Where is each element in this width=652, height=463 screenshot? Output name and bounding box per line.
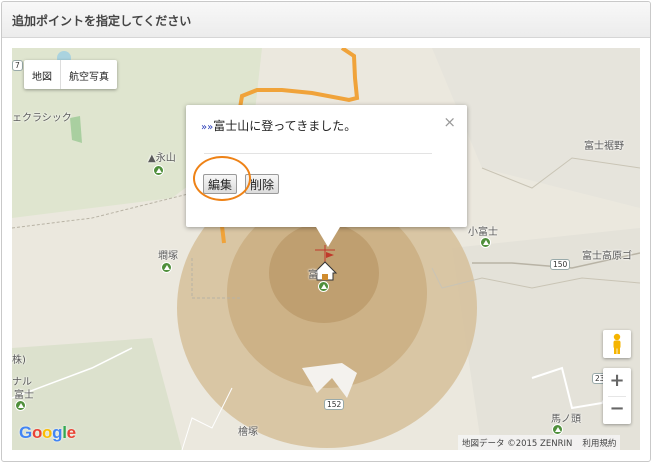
info-window: »» 富士山に登ってきました。 × 編集 削除 — [186, 105, 467, 247]
place-eiyama: ▲永山 — [148, 153, 176, 164]
google-logo: Google — [19, 423, 76, 443]
place-hinokizuka: 檜塚 — [238, 427, 258, 438]
peak-icon — [480, 237, 491, 248]
double-arrow-icon: » — [201, 122, 207, 133]
divider — [204, 153, 432, 154]
point-select-panel: 追加ポイントを指定してください ェクラシック ▲永山 墹塚 富士裾野 小富士 富… — [1, 1, 651, 462]
place-fuji-summit: 富 — [308, 270, 318, 281]
zoom-out-button[interactable]: − — [603, 396, 631, 424]
place-kofuji: 小富士 — [468, 227, 498, 238]
double-arrow-icon: » — [207, 122, 213, 133]
route-150-badge: 150 — [550, 259, 571, 270]
google-logo-letter: e — [66, 423, 76, 442]
route-152-badge: 152 — [324, 399, 345, 410]
map-type-satellite-button[interactable]: 航空写真 — [61, 60, 117, 89]
peak-icon — [318, 281, 329, 292]
google-logo-letter: o — [31, 423, 43, 442]
info-message-text: 富士山に登ってきました。 — [213, 119, 357, 133]
place-classic: ェクラシック — [12, 113, 72, 124]
place-left-shu: 株) — [12, 355, 26, 366]
street-view-pegman[interactable] — [603, 330, 631, 358]
place-kasatsuka: 墹塚 — [158, 251, 178, 262]
zoom-control: + − — [603, 368, 631, 424]
route-7-badge: 7 — [12, 60, 23, 71]
map-attribution: 地図データ ©2015 ZENRIN 利用規約 — [458, 435, 621, 450]
place-left-fuji: 富士 — [14, 390, 34, 401]
zoom-in-button[interactable]: + — [603, 368, 631, 396]
google-logo-letter: o — [42, 423, 53, 442]
close-icon[interactable]: × — [443, 113, 456, 131]
terms-link[interactable]: 利用規約 — [582, 439, 616, 449]
peak-icon — [153, 165, 164, 176]
pegman-icon — [613, 333, 621, 354]
peak-icon — [15, 400, 26, 411]
google-logo-letter: g — [52, 423, 63, 442]
info-window-tail — [316, 227, 340, 247]
zoom-separator — [608, 396, 626, 397]
map-type-control: 地図 航空写真 — [24, 60, 117, 89]
peak-icon — [552, 424, 563, 435]
panel-title: 追加ポイントを指定してください — [2, 2, 650, 38]
place-fuji-susono: 富士裾野 — [584, 141, 624, 152]
map-type-map-button[interactable]: 地図 — [24, 60, 61, 89]
info-message: »» 富士山に登ってきました。 — [201, 117, 356, 134]
attribution-data: 地図データ ©2015 ZENRIN — [462, 439, 573, 449]
map-canvas[interactable]: ェクラシック ▲永山 墹塚 富士裾野 小富士 富士高原ゴ 富 馬ノ頭 檜塚 株)… — [12, 48, 640, 450]
place-umanokubi: 馬ノ頭 — [551, 414, 581, 425]
highlight-circle — [193, 156, 251, 201]
peak-icon — [161, 262, 172, 273]
google-logo-letter: G — [19, 423, 32, 442]
place-fuji-kogen: 富士高原ゴ — [582, 251, 632, 262]
